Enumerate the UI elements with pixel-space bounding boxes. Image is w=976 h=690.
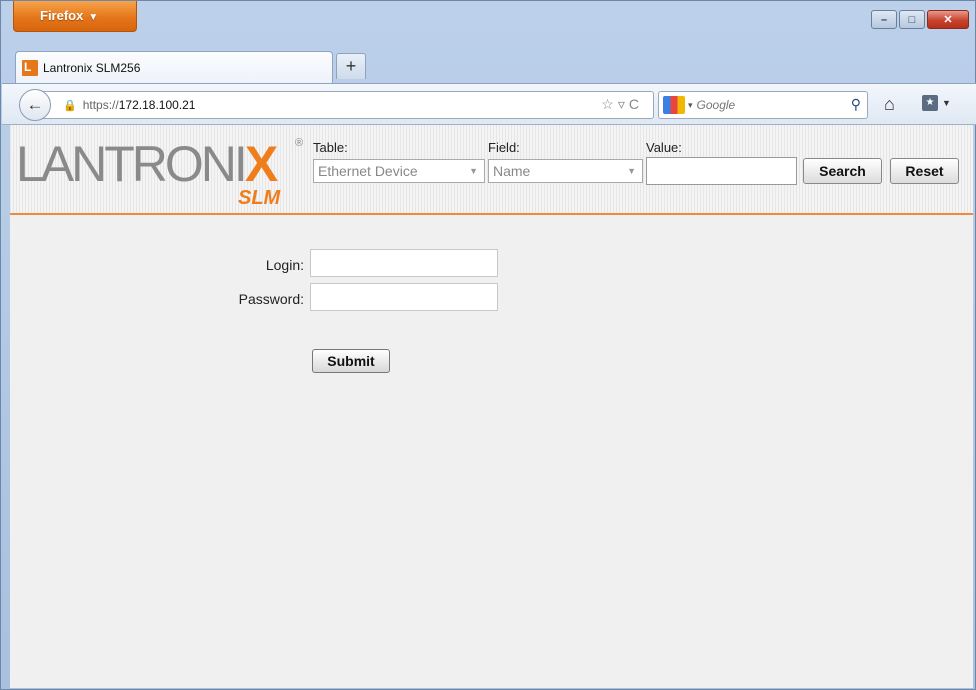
reload-icon[interactable]: C <box>629 96 643 112</box>
window-controls: – □ ✕ <box>871 10 969 29</box>
minimize-icon: – <box>880 13 888 26</box>
tab-title: Lantronix SLM256 <box>43 60 141 75</box>
value-label: Value: <box>646 140 682 155</box>
chevron-down-icon: ▼ <box>627 166 636 176</box>
lantronix-logo: LANTRONIX <box>16 135 278 193</box>
slm-header: LANTRONIX ® SLM Table: Ethernet Device ▼… <box>10 125 973 215</box>
browser-window: Firefox ▼ – □ ✕ Lantronix SLM256 + 🔒 http… <box>0 0 976 690</box>
close-button[interactable]: ✕ <box>927 10 969 29</box>
field-select[interactable]: Name ▼ <box>488 159 643 183</box>
url-scheme: https:// <box>82 98 119 112</box>
search-button[interactable]: Search <box>803 158 882 184</box>
search-icon[interactable]: ⚲ <box>851 96 861 113</box>
plus-icon: + <box>345 56 357 76</box>
back-arrow-icon: ← <box>26 95 44 114</box>
minimize-button[interactable]: – <box>871 10 897 29</box>
bookmark-star-icon[interactable]: ☆ <box>601 96 618 112</box>
submit-button[interactable]: Submit <box>312 349 390 373</box>
engine-dropdown-icon: ▾ <box>688 99 693 110</box>
table-select-value: Ethernet Device <box>318 163 418 179</box>
chevron-down-icon[interactable]: ▼ <box>942 98 951 108</box>
maximize-button[interactable]: □ <box>899 10 925 29</box>
chevron-down-icon: ▼ <box>469 166 478 176</box>
back-button[interactable]: ← <box>19 89 51 121</box>
logo-x: X <box>244 136 278 192</box>
navigation-toolbar: 🔒 https://172.18.100.21 ☆▿C ← ▾ Google ⚲… <box>2 83 976 125</box>
password-input[interactable] <box>310 283 498 311</box>
reset-button[interactable]: Reset <box>890 158 959 184</box>
search-placeholder: Google <box>696 98 736 112</box>
login-label: Login: <box>265 257 304 273</box>
login-input[interactable] <box>310 249 498 277</box>
lock-icon: 🔒 <box>63 99 77 112</box>
home-icon[interactable]: ⌂ <box>884 94 895 115</box>
table-select[interactable]: Ethernet Device ▼ <box>313 159 485 183</box>
dropdown-arrow-icon[interactable]: ▿ <box>618 96 629 112</box>
chevron-down-icon: ▼ <box>88 12 99 23</box>
lantronix-favicon-icon <box>22 59 38 76</box>
page-content: LANTRONIX ® SLM Table: Ethernet Device ▼… <box>10 125 973 688</box>
google-engine-icon[interactable] <box>663 96 685 114</box>
logo-slm: SLM <box>238 187 281 209</box>
logo-registered: ® <box>295 137 304 149</box>
firefox-menu-label: Firefox <box>40 8 84 23</box>
url-actions: ☆▿C <box>601 96 643 113</box>
new-tab-button[interactable]: + <box>336 53 366 79</box>
reset-button-label: Reset <box>905 163 944 179</box>
firefox-menu-button[interactable]: Firefox ▼ <box>13 1 137 32</box>
submit-button-label: Submit <box>327 353 375 369</box>
field-select-value: Name <box>493 163 531 179</box>
close-icon: ✕ <box>943 14 953 26</box>
field-label: Field: <box>488 140 520 155</box>
value-input[interactable] <box>646 157 797 185</box>
table-label: Table: <box>313 140 348 155</box>
bookmarks-menu-icon[interactable]: ★ <box>922 95 938 111</box>
password-label: Password: <box>238 291 304 307</box>
tab-lantronix[interactable]: Lantronix SLM256 <box>15 51 333 83</box>
logo-text: LANTRONI <box>16 136 248 192</box>
url-bar[interactable]: 🔒 https://172.18.100.21 ☆▿C <box>42 91 654 119</box>
search-button-label: Search <box>819 163 866 179</box>
search-bar[interactable]: ▾ Google ⚲ <box>658 91 868 119</box>
url-host: 172.18.100.21 <box>118 98 196 112</box>
maximize-icon: □ <box>908 13 916 26</box>
